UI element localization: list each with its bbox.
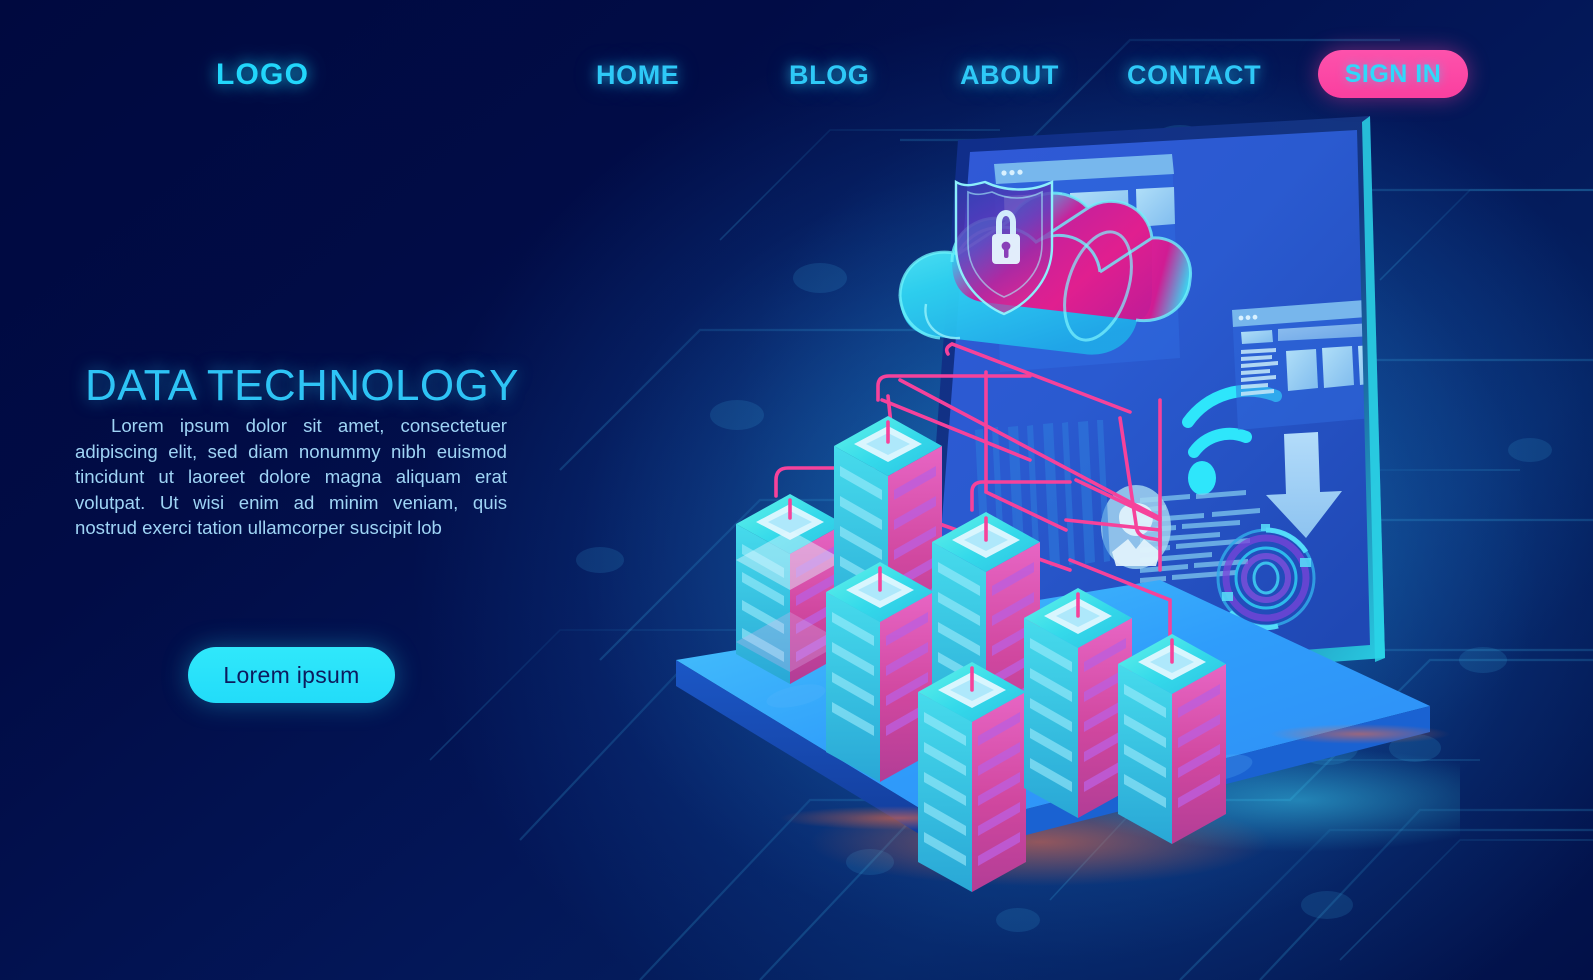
server-rack <box>1024 588 1132 818</box>
server-rack <box>918 662 1026 892</box>
hero-copy-block: DATA TECHNOLOGY Lorem ipsum dolor sit am… <box>0 0 560 980</box>
cta-button-label: Lorem ipsum <box>223 661 360 688</box>
server-rack <box>1118 634 1226 844</box>
page-title: DATA TECHNOLOGY <box>85 361 519 410</box>
site-logo[interactable]: LOGO <box>216 58 309 92</box>
nav-item-home[interactable]: HOME <box>596 60 679 91</box>
cta-button[interactable]: Lorem ipsum <box>188 647 395 703</box>
wifi-icon-dot <box>1188 461 1216 495</box>
data-technology-illustration <box>600 100 1460 930</box>
sign-in-button-label: SIGN IN <box>1344 59 1442 88</box>
page-stage: LOGO HOME BLOG ABOUT CONTACT SIGN IN DAT… <box>0 0 1593 980</box>
top-navigation-bar: LOGO HOME BLOG ABOUT CONTACT SIGN IN <box>0 0 1593 140</box>
sign-in-button[interactable]: SIGN IN <box>1318 50 1468 98</box>
server-rack <box>826 562 934 782</box>
nav-item-blog[interactable]: BLOG <box>789 60 869 91</box>
nav-item-contact[interactable]: CONTACT <box>1127 60 1261 91</box>
hero-paragraph: Lorem ipsum dolor sit amet, consectetuer… <box>75 415 507 538</box>
nav-item-about[interactable]: ABOUT <box>960 60 1059 91</box>
screen-window-panel-b <box>1232 300 1370 430</box>
